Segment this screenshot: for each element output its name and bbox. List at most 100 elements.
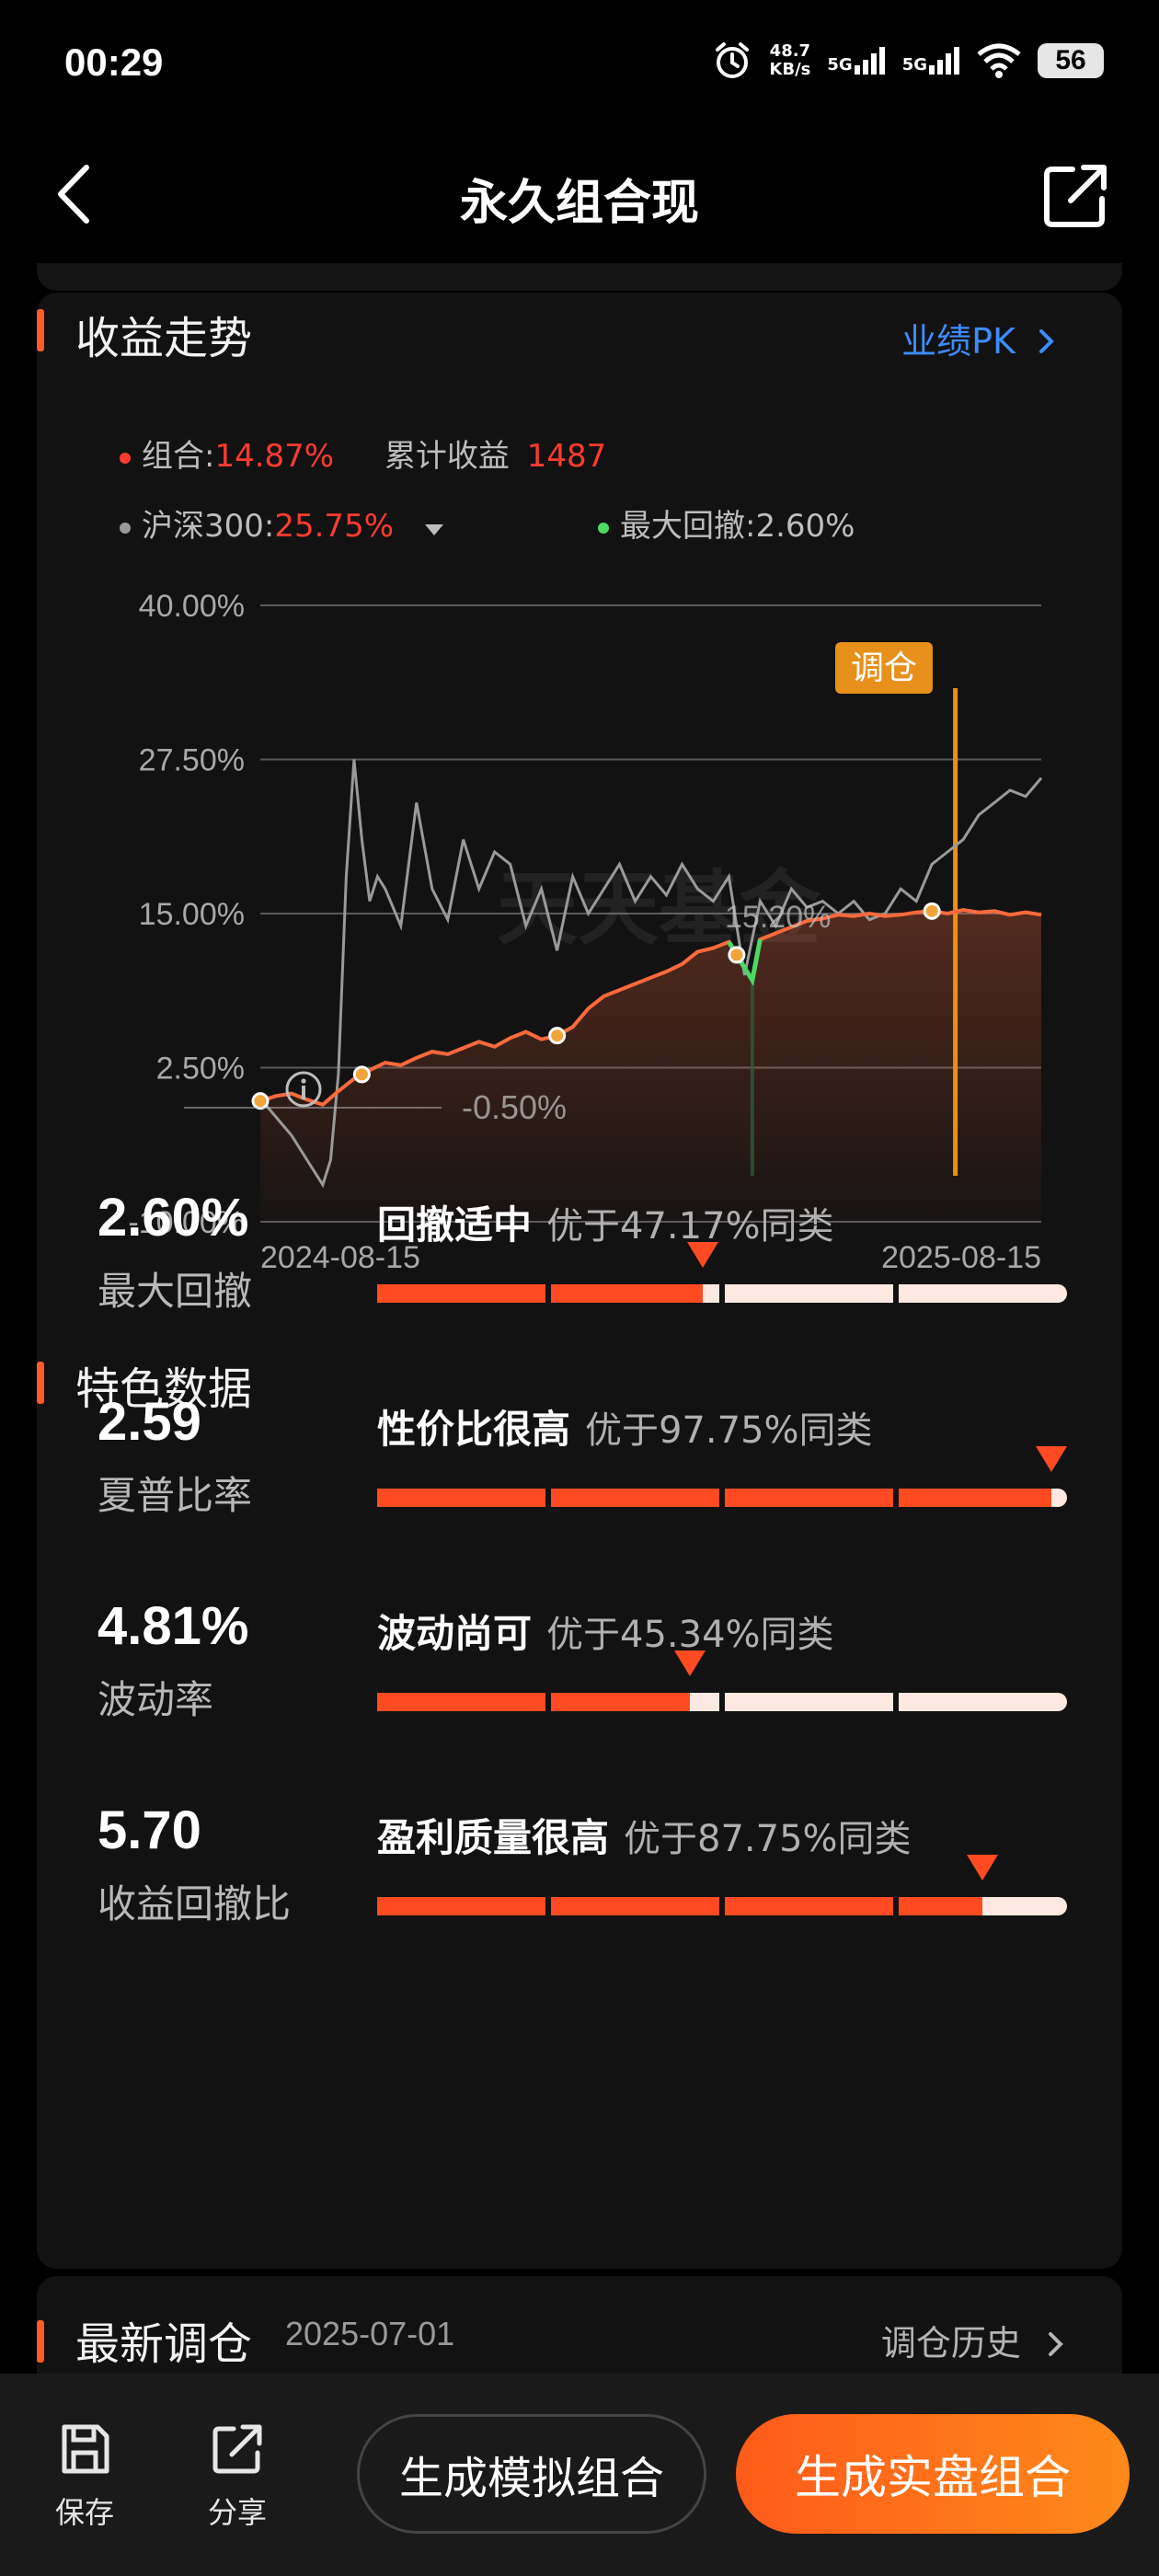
percentile-bar-segment [899, 1693, 1067, 1711]
share-button[interactable]: 分享 [191, 2421, 283, 2532]
signal-1: 5G [827, 47, 885, 75]
metric-headline-label: 盈利质量很高 [377, 1815, 610, 1860]
rebalance-tag[interactable]: 调仓 [835, 642, 933, 694]
percentile-bar [377, 1855, 1067, 1915]
percentile-bar-fill [377, 1897, 545, 1915]
percentile-bar-segment [725, 1489, 893, 1507]
percentile-bar [377, 1446, 1068, 1507]
status-bar: 00:29 48.7 KB/s 5G 5G 56 [0, 0, 1159, 138]
percentile-bar-fill [725, 1897, 893, 1915]
net-speed: 48.7 KB/s [769, 42, 810, 79]
metric-name: 收益回撤比 [98, 1881, 292, 1926]
chart-point-marker [352, 1065, 371, 1084]
chart-point-marker [728, 946, 746, 964]
percentile-bar-fill [551, 1489, 719, 1507]
previous-card-edge [37, 263, 1122, 291]
percentile-bar-segment [725, 1693, 893, 1711]
bottom-action-bar: 保存 分享 生成模拟组合 生成实盘组合 [0, 2374, 1159, 2576]
percentile-bar-fill [551, 1693, 691, 1711]
status-icons: 48.7 KB/s 5G 5G 56 [712, 40, 1104, 81]
percentile-bar-segment [377, 1284, 545, 1303]
metric-headline-label: 波动尚可 [377, 1611, 533, 1656]
percentile-bar-segment [551, 1897, 719, 1915]
percentile-bar-segment [899, 1284, 1067, 1303]
save-button[interactable]: 保存 [39, 2421, 131, 2532]
percentile-bar-segment [377, 1897, 545, 1915]
wifi-icon [977, 43, 1021, 78]
latest-date: 2025-07-01 [285, 2315, 455, 2352]
status-time: 00:29 [64, 40, 164, 84]
percentile-bar-segment [551, 1284, 719, 1303]
metric-name: 夏普比率 [98, 1473, 253, 1518]
net-speed-unit: KB/s [769, 60, 811, 79]
battery-indicator: 56 [1038, 43, 1104, 78]
chart-y-ticks: 40.00%27.50%15.00%2.50%-10.00% [128, 589, 245, 1240]
metric-headline-label: 回撤适中 [377, 1202, 533, 1248]
x-tick-label: 2025-08-15 [881, 1240, 1041, 1275]
generate-simulated-button[interactable]: 生成模拟组合 [357, 2414, 706, 2534]
metric-name: 波动率 [98, 1677, 214, 1722]
metric-percentile-text: 优于97.75%同类 [585, 1409, 873, 1452]
percentile-bar-fill [377, 1693, 545, 1711]
share-icon [212, 2424, 262, 2474]
signal-bars-icon [854, 47, 885, 75]
percentile-bar-segment [725, 1284, 893, 1303]
info-icon[interactable] [283, 1069, 324, 1110]
metric-value: 2.60% [98, 1188, 249, 1248]
chart-point-marker [923, 902, 941, 920]
percentile-bar-fill [551, 1284, 703, 1303]
section-accent [37, 1362, 44, 1404]
metric-name: 最大回撤 [98, 1269, 253, 1314]
metric-value: 5.70 [98, 1800, 201, 1860]
nav-bar: 永久组合现 [0, 138, 1159, 258]
chevron-right-icon [1049, 2332, 1063, 2356]
percentile-bar-fill [377, 1489, 545, 1507]
annotation-mid: 15.20% [725, 900, 831, 935]
percentile-bar-segment [899, 1489, 1067, 1507]
percentile-bar-segment [377, 1489, 545, 1507]
percentile-bar-segment [725, 1897, 893, 1915]
annotation-low: -0.50% [462, 1088, 567, 1126]
percentile-bar-segment [899, 1897, 1067, 1915]
share-label: 分享 [207, 2495, 267, 2530]
main-card: 收益走势 业绩PK 组合:14.87% 累计收益 1487 沪深300:25.7… [37, 293, 1122, 2269]
latest-title: 最新调仓 [75, 2318, 253, 2370]
percentile-bar [377, 1650, 1067, 1711]
percentile-marker-icon [686, 1242, 718, 1268]
percentile-marker-icon [1036, 1446, 1068, 1472]
percentile-bar-fill [725, 1489, 893, 1507]
page-title: 永久组合现 [459, 176, 699, 231]
metric-percentile-text: 优于87.75%同类 [624, 1818, 912, 1860]
metric-headline: 回撤适中 优于47.17%同类 [377, 1194, 834, 1250]
metric-headline: 性价比很高 优于97.75%同类 [377, 1398, 873, 1455]
net-speed-value: 48.7 [769, 41, 811, 61]
alarm-icon [716, 42, 750, 78]
y-tick-label: 15.00% [139, 897, 245, 932]
history-link-label: 调仓历史 [880, 2323, 1021, 2363]
signal-2-label: 5G [901, 55, 927, 75]
percentile-bar-segment [551, 1693, 719, 1711]
y-tick-label: 40.00% [139, 589, 245, 624]
percentile-marker-icon [674, 1650, 706, 1676]
rebalance-tag-label: 调仓 [851, 650, 917, 687]
percentile-bar-fill [377, 1284, 545, 1303]
percentile-bar-fill [899, 1897, 983, 1915]
chart-point-marker [251, 1092, 270, 1110]
share-icon[interactable] [1039, 158, 1113, 232]
percentile-bar-segment [377, 1693, 545, 1711]
trend-chart[interactable]: 40.00%27.50%15.00%2.50%-10.00% 2024-08-1… [37, 293, 1122, 1286]
percentile-bar-fill [551, 1897, 719, 1915]
signal-bars-icon [929, 47, 959, 75]
percentile-bar-fill [899, 1489, 1052, 1507]
percentile-marker-icon [967, 1855, 999, 1880]
generate-real-button[interactable]: 生成实盘组合 [736, 2414, 1130, 2534]
chart-point-marker [548, 1027, 567, 1045]
save-icon [62, 2424, 109, 2474]
signal-2: 5G [902, 47, 960, 75]
section-accent [37, 2320, 44, 2363]
metric-headline: 盈利质量很高 优于87.75%同类 [377, 1807, 912, 1863]
percentile-bar [377, 1242, 1067, 1303]
rebalance-history-link[interactable]: 调仓历史 [881, 2315, 1067, 2365]
save-label: 保存 [54, 2495, 114, 2530]
percentile-bar-segment [551, 1489, 719, 1507]
